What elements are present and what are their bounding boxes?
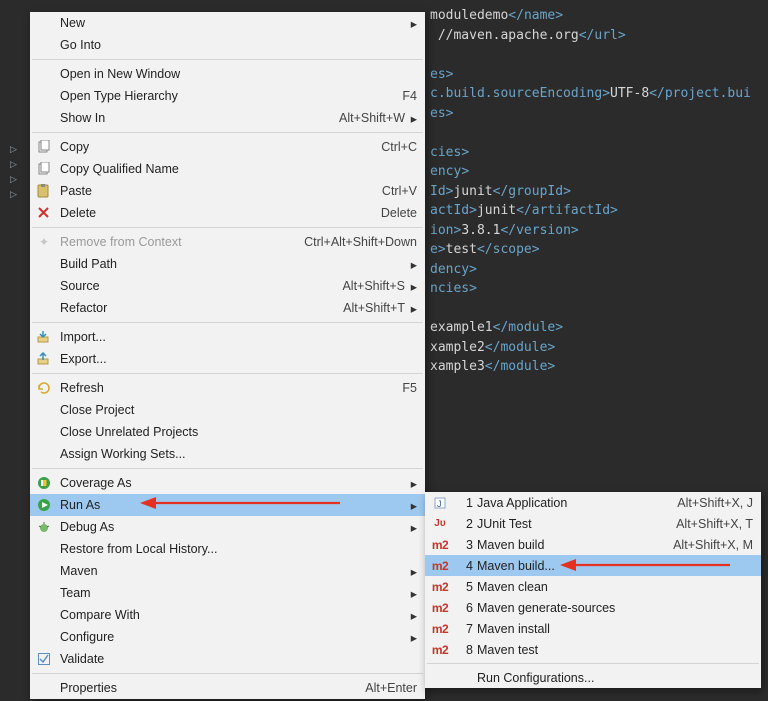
- menu-item-new[interactable]: New▸: [30, 12, 425, 34]
- tree-expand-icon[interactable]: ▷: [0, 155, 30, 170]
- maven-icon: m2: [429, 558, 451, 574]
- java-app-icon: J: [429, 495, 451, 511]
- menu-item-go-into[interactable]: Go Into: [30, 34, 425, 56]
- maven-icon: m2: [429, 537, 451, 553]
- menu-item-compare-with[interactable]: Compare With▸: [30, 604, 425, 626]
- import-icon: [34, 329, 54, 345]
- menu-item-refresh[interactable]: Refresh F5: [30, 377, 425, 399]
- menu-item-refactor[interactable]: Refactor Alt+Shift+T▸: [30, 297, 425, 319]
- paste-icon: [34, 183, 54, 199]
- menu-item-configure[interactable]: Configure▸: [30, 626, 425, 648]
- submenu-item-java-application[interactable]: J 1 Java Application Alt+Shift+X, J: [425, 492, 761, 513]
- menu-item-paste[interactable]: Paste Ctrl+V: [30, 180, 425, 202]
- tree-expand-icon[interactable]: ▷: [0, 170, 30, 185]
- menu-item-properties[interactable]: Properties Alt+Enter: [30, 677, 425, 699]
- menu-item-run-as[interactable]: Run As▸: [30, 494, 425, 516]
- run-icon: [34, 497, 54, 513]
- menu-item-open-type-hierarchy[interactable]: Open Type Hierarchy F4: [30, 85, 425, 107]
- copy-qname-icon: [34, 161, 54, 177]
- svg-text:J: J: [437, 499, 442, 509]
- submenu-item-junit-test[interactable]: Jυ 2 JUnit Test Alt+Shift+X, T: [425, 513, 761, 534]
- menu-item-close-unrelated[interactable]: Close Unrelated Projects: [30, 421, 425, 443]
- menu-item-build-path[interactable]: Build Path▸: [30, 253, 425, 275]
- menu-item-assign-working-sets[interactable]: Assign Working Sets...: [30, 443, 425, 465]
- debug-icon: [34, 519, 54, 535]
- maven-icon: m2: [429, 579, 451, 595]
- submenu-item-maven-install[interactable]: m2 7 Maven install: [425, 618, 761, 639]
- menu-item-restore-history[interactable]: Restore from Local History...: [30, 538, 425, 560]
- menu-item-remove-from-context: ✦ Remove from Context Ctrl+Alt+Shift+Dow…: [30, 231, 425, 253]
- menu-item-source[interactable]: Source Alt+Shift+S▸: [30, 275, 425, 297]
- context-menu: New▸ Go Into Open in New Window Open Typ…: [30, 12, 425, 699]
- submenu-item-run-configurations[interactable]: Run Configurations...: [425, 667, 761, 688]
- maven-icon: m2: [429, 642, 451, 658]
- copy-icon: [34, 139, 54, 155]
- submenu-item-maven-build[interactable]: m2 3 Maven build Alt+Shift+X, M: [425, 534, 761, 555]
- export-icon: [34, 351, 54, 367]
- delete-icon: [34, 205, 54, 221]
- submenu-item-maven-build-ellipsis[interactable]: m2 4 Maven build...: [425, 555, 761, 576]
- run-as-submenu: J 1 Java Application Alt+Shift+X, J Jυ 2…: [425, 492, 761, 688]
- menu-item-validate[interactable]: Validate: [30, 648, 425, 670]
- validate-icon: [34, 651, 54, 667]
- submenu-item-maven-test[interactable]: m2 8 Maven test: [425, 639, 761, 660]
- refresh-icon: [34, 380, 54, 396]
- menu-item-show-in[interactable]: Show In Alt+Shift+W▸: [30, 107, 425, 129]
- remove-context-icon: ✦: [34, 234, 54, 250]
- menu-item-open-new-window[interactable]: Open in New Window: [30, 63, 425, 85]
- menu-item-export[interactable]: Export...: [30, 348, 425, 370]
- menu-item-copy-qualified-name[interactable]: Copy Qualified Name: [30, 158, 425, 180]
- menu-item-debug-as[interactable]: Debug As▸: [30, 516, 425, 538]
- maven-icon: m2: [429, 621, 451, 637]
- menu-item-import[interactable]: Import...: [30, 326, 425, 348]
- maven-icon: m2: [429, 600, 451, 616]
- menu-item-maven[interactable]: Maven▸: [30, 560, 425, 582]
- menu-item-close-project[interactable]: Close Project: [30, 399, 425, 421]
- submenu-item-maven-clean[interactable]: m2 5 Maven clean: [425, 576, 761, 597]
- submenu-item-maven-generate-sources[interactable]: m2 6 Maven generate-sources: [425, 597, 761, 618]
- menu-item-coverage-as[interactable]: Coverage As▸: [30, 472, 425, 494]
- menu-item-team[interactable]: Team▸: [30, 582, 425, 604]
- tree-expand-icon[interactable]: ▷: [0, 140, 30, 155]
- menu-item-copy[interactable]: Copy Ctrl+C: [30, 136, 425, 158]
- project-tree-gutter[interactable]: ▷ ▷ ▷ ▷: [0, 0, 30, 701]
- tree-expand-icon[interactable]: ▷: [0, 185, 30, 200]
- menu-item-delete[interactable]: Delete Delete: [30, 202, 425, 224]
- coverage-icon: [34, 475, 54, 491]
- junit-icon: Jυ: [429, 516, 451, 532]
